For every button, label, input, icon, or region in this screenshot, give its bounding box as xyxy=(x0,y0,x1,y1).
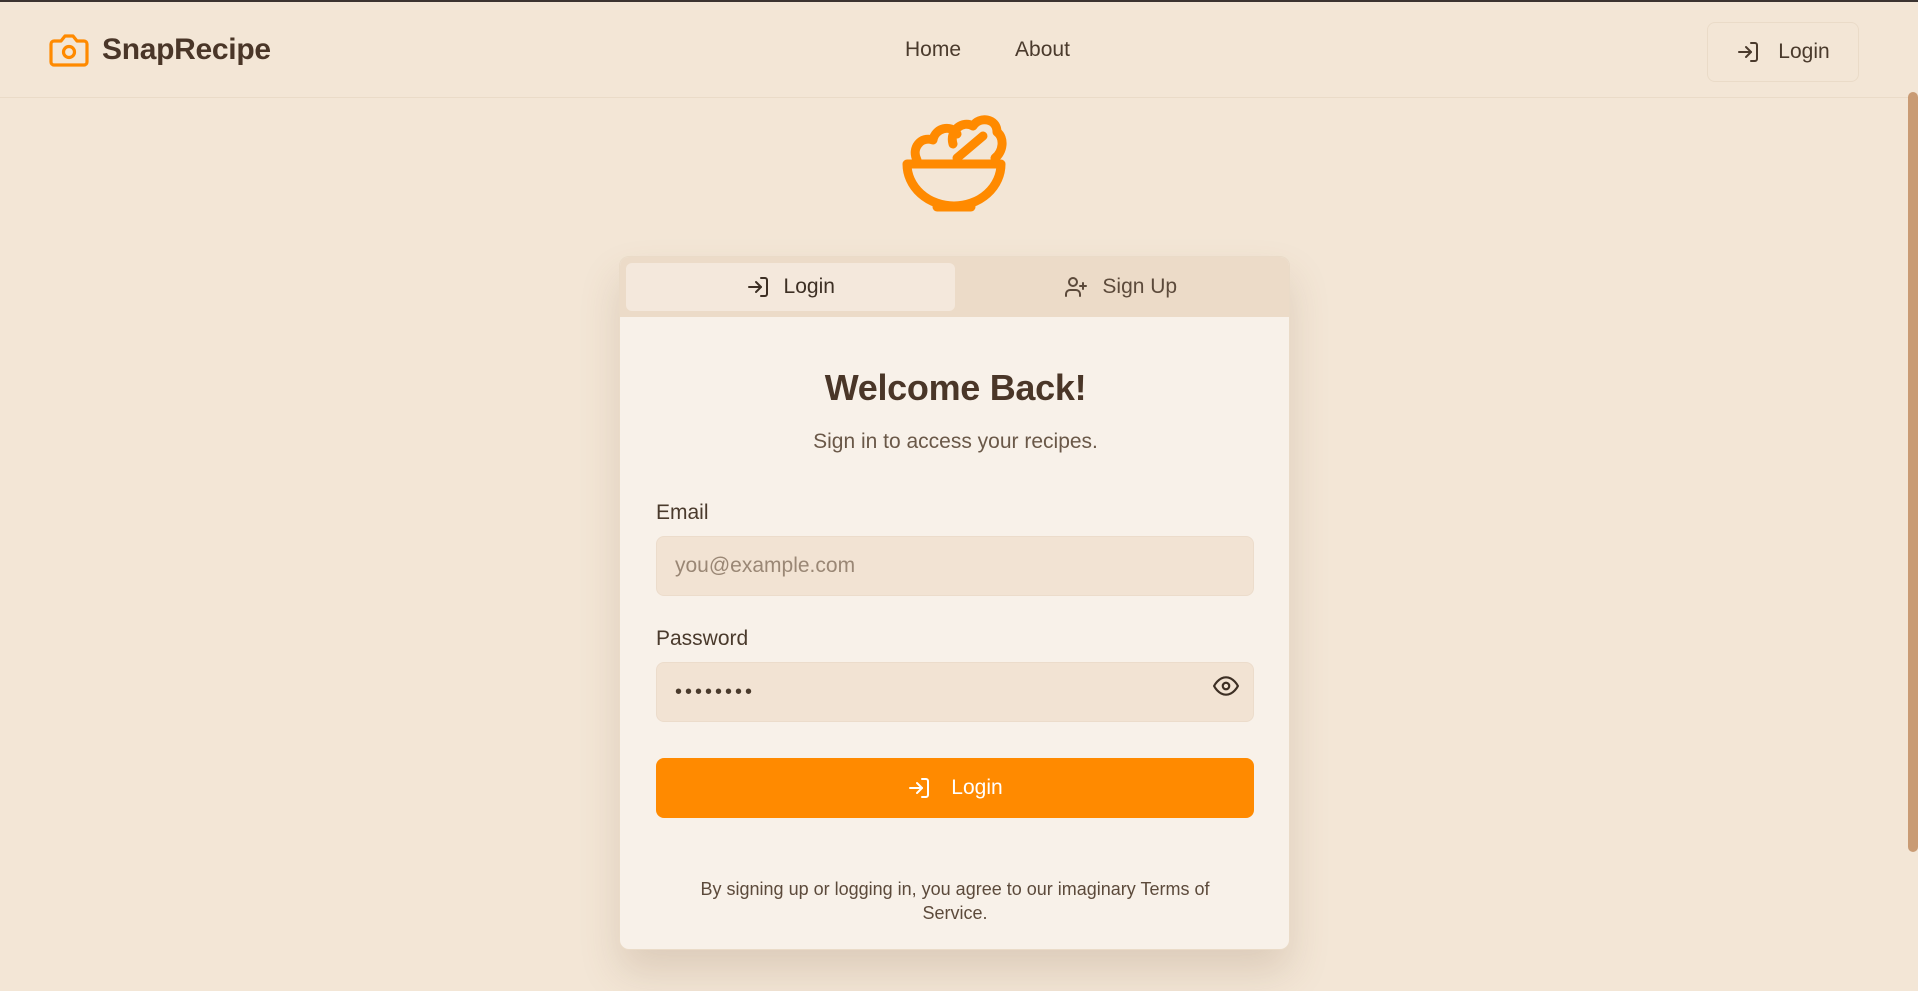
tab-login-label: Login xyxy=(783,275,835,298)
salad-bowl-icon xyxy=(902,115,1007,212)
password-label: Password xyxy=(656,627,749,650)
password-value: •••••••• xyxy=(675,680,756,703)
terms-note: By signing up or logging in, you agree t… xyxy=(700,879,1210,923)
header-login-label: Login xyxy=(1778,40,1830,63)
auth-tabs: Login Sign Up xyxy=(620,257,1289,317)
log-in-icon xyxy=(1738,42,1759,62)
eye-icon[interactable] xyxy=(1213,673,1239,699)
main-nav: Home About xyxy=(905,38,1070,62)
user-plus-icon xyxy=(1065,277,1088,297)
header-login-button[interactable]: Login xyxy=(1707,22,1859,82)
page-subtitle: Sign in to access your recipes. xyxy=(813,430,1098,453)
camera-icon xyxy=(49,34,89,67)
page-title: Welcome Back! xyxy=(824,367,1087,408)
log-in-icon xyxy=(747,277,768,297)
scrollbar-thumb[interactable] xyxy=(1908,92,1918,852)
tab-sign-up-label: Sign Up xyxy=(1102,275,1178,298)
site-header: SnapRecipe Home About Login xyxy=(0,2,1918,98)
password-field[interactable]: •••••••• xyxy=(656,662,1254,722)
email-field[interactable]: you@example.com xyxy=(656,536,1254,596)
nav-about[interactable]: About xyxy=(1015,38,1070,62)
brand[interactable]: SnapRecipe xyxy=(48,30,271,70)
email-label: Email xyxy=(656,501,709,524)
login-submit-label: Login xyxy=(951,776,1003,799)
auth-card: Login Sign Up Welcome Back! Sign in to a… xyxy=(619,256,1290,950)
nav-home[interactable]: Home xyxy=(905,38,961,62)
login-submit-button[interactable]: Login xyxy=(656,758,1254,818)
log-in-icon xyxy=(909,778,930,798)
brand-name: SnapRecipe xyxy=(102,33,271,66)
tab-sign-up[interactable]: Sign Up xyxy=(957,263,1286,311)
tab-login[interactable]: Login xyxy=(626,263,955,311)
